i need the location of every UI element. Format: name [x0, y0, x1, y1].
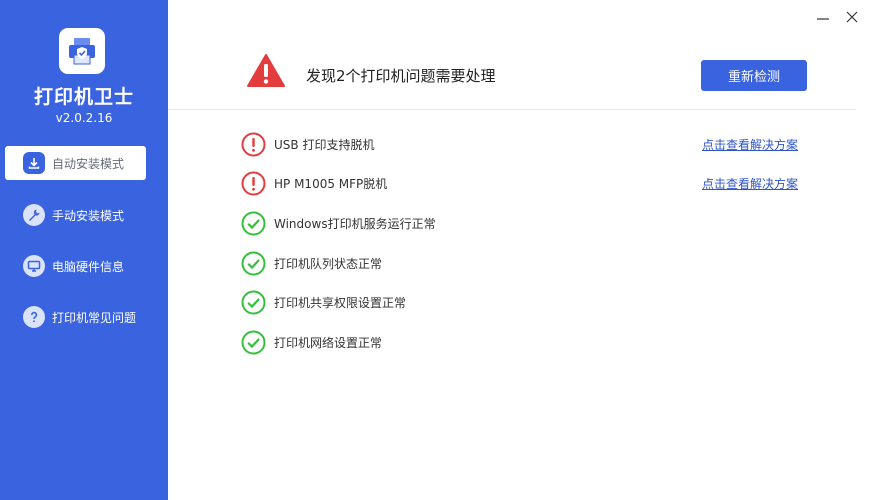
sidebar-item-auto-install[interactable]: 自动安装模式 [5, 146, 146, 180]
check-label: 打印机队列状态正常 [274, 256, 383, 271]
warning-icon [247, 54, 285, 87]
sidebar-item-manual-install[interactable]: 手动安装模式 [5, 198, 146, 232]
wrench-icon [23, 204, 45, 226]
check-row: 打印机共享权限设置正常 [241, 289, 841, 315]
view-solution-link[interactable]: 点击查看解决方案 [702, 136, 798, 153]
check-label: Windows打印机服务运行正常 [274, 216, 436, 231]
view-solution-link[interactable]: 点击查看解决方案 [702, 175, 798, 192]
close-button[interactable] [843, 8, 861, 26]
app-logo [59, 28, 105, 74]
check-row: Windows打印机服务运行正常 [241, 210, 841, 236]
check-circle-icon [241, 290, 266, 314]
sidebar-item-label: 电脑硬件信息 [52, 259, 125, 274]
check-circle-icon [241, 211, 266, 235]
header-divider [168, 109, 856, 110]
issue-summary: 发现2个打印机问题需要处理 [306, 67, 496, 85]
question-icon [23, 306, 45, 328]
check-row: HP M1005 MFP脱机 点击查看解决方案 [241, 170, 841, 196]
minimize-button[interactable] [814, 8, 832, 26]
sidebar: 打印机卫士 v2.0.2.16 自动安装模式 手动安装模式 电脑硬件信息 打印机… [0, 0, 168, 500]
check-label: 打印机网络设置正常 [274, 335, 383, 350]
recheck-button[interactable]: 重新检测 [701, 60, 807, 91]
check-circle-icon [241, 330, 266, 354]
sidebar-item-label: 自动安装模式 [52, 156, 125, 171]
close-icon [846, 11, 858, 23]
app-title: 打印机卫士 [33, 86, 134, 108]
check-label: HP M1005 MFP脱机 [274, 176, 388, 191]
check-row: 打印机队列状态正常 [241, 250, 841, 276]
check-row: 打印机网络设置正常 [241, 329, 841, 355]
sidebar-item-label: 手动安装模式 [52, 208, 125, 223]
check-label: USB 打印支持脱机 [274, 137, 375, 152]
error-icon [241, 132, 266, 156]
sidebar-item-label: 打印机常见问题 [52, 310, 137, 325]
printer-shield-icon [69, 38, 95, 65]
sidebar-item-hardware-info[interactable]: 电脑硬件信息 [5, 249, 146, 283]
download-icon [23, 152, 45, 174]
monitor-icon [23, 255, 45, 277]
error-icon [241, 171, 266, 195]
sidebar-item-faq[interactable]: 打印机常见问题 [5, 300, 146, 334]
check-label: 打印机共享权限设置正常 [274, 295, 407, 310]
app-version: v2.0.2.16 [55, 111, 113, 125]
check-row: USB 打印支持脱机 点击查看解决方案 [241, 131, 841, 157]
minimize-icon [817, 18, 829, 20]
check-circle-icon [241, 251, 266, 275]
